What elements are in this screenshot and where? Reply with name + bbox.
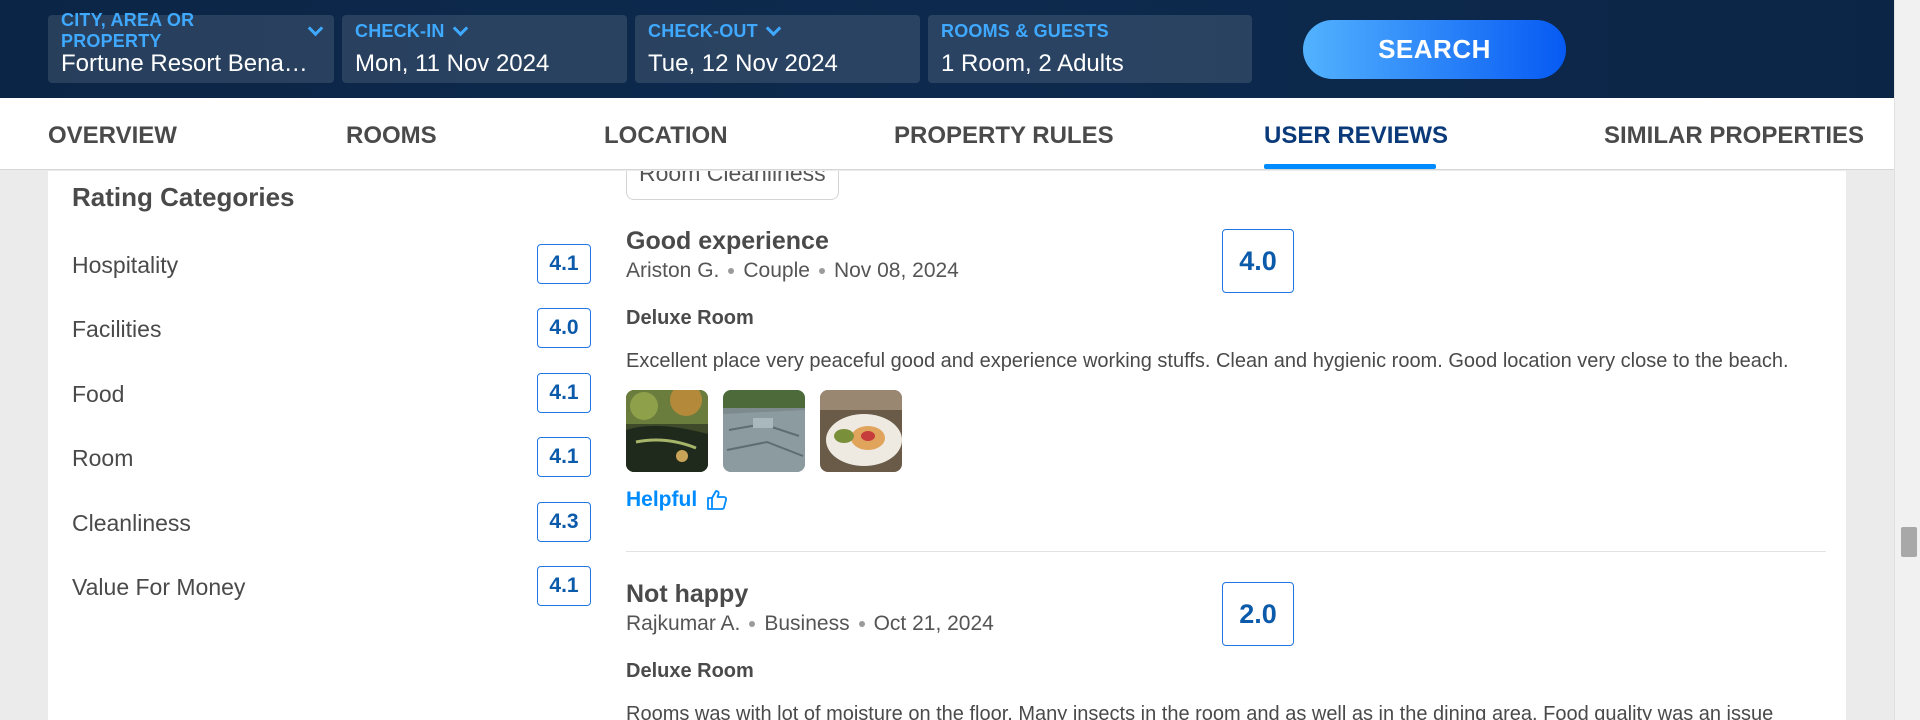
- review-room-type: Deluxe Room: [626, 660, 754, 682]
- tab-rooms[interactable]: ROOMS: [346, 122, 437, 150]
- review-text: Excellent place very peaceful good and e…: [626, 350, 1789, 372]
- helpful-label: Helpful: [626, 488, 698, 511]
- category-name: Cleanliness: [72, 510, 191, 536]
- tab-property-rules[interactable]: PROPERTY RULES: [894, 122, 1114, 150]
- review-text: Rooms was with lot of moisture on the fl…: [626, 703, 1774, 720]
- category-score: 4.1: [537, 244, 591, 284]
- active-tab-underline: [1264, 164, 1436, 169]
- city-field-label: CITY, AREA OR PROPERTY: [61, 10, 195, 51]
- city-field-value: Fortune Resort Benaulim: [61, 50, 321, 77]
- rating-category-row: Facilities 4.0: [72, 308, 592, 350]
- guests-field[interactable]: ROOMS & GUESTS 1 Room, 2 Adults: [928, 15, 1252, 83]
- rating-category-row: Hospitality 4.1: [72, 244, 592, 286]
- city-field[interactable]: CITY, AREA OR PROPERTY Fortune Resort Be…: [48, 10, 334, 83]
- review-date: Oct 21, 2024: [873, 612, 994, 635]
- review-traveller-type: Couple: [743, 259, 810, 282]
- scrollbar-thumb[interactable]: [1901, 527, 1917, 557]
- review-date: Nov 08, 2024: [833, 259, 959, 282]
- checkin-field-value: Mon, 11 Nov 2024: [355, 50, 550, 77]
- food-plate-photo[interactable]: [820, 390, 902, 472]
- category-name: Food: [72, 381, 125, 407]
- category-score: 4.3: [537, 502, 591, 542]
- reviews-section: Rating Categories Hospitality 4.1 Facili…: [48, 171, 1846, 720]
- thumbs-up-icon: [707, 490, 728, 510]
- rating-category-row: Food 4.1: [72, 373, 592, 415]
- review-score: 2.0: [1222, 582, 1294, 646]
- review-traveller-type: Business: [764, 612, 850, 635]
- review-divider: [626, 551, 1826, 552]
- helpful-button[interactable]: Helpful: [626, 488, 746, 512]
- category-score: 4.1: [537, 566, 591, 606]
- checkout-field-value: Tue, 12 Nov 2024: [648, 50, 838, 77]
- checkin-field[interactable]: CHECK-IN Mon, 11 Nov 2024: [342, 15, 627, 83]
- review-filter-chip[interactable]: Room Cleanliness: [626, 171, 839, 200]
- category-name: Value For Money: [72, 574, 246, 600]
- garden-pond-photo[interactable]: [626, 390, 708, 472]
- review-room-type: Deluxe Room: [626, 307, 754, 329]
- review-author: Rajkumar A.: [626, 612, 741, 635]
- category-name: Facilities: [72, 316, 162, 342]
- rating-category-row: Room 4.1: [72, 437, 592, 479]
- chevron-down-icon: [452, 20, 468, 36]
- review-photos: [626, 390, 1826, 472]
- review-score: 4.0: [1222, 229, 1294, 293]
- rating-category-row: Value For Money 4.1: [72, 566, 592, 608]
- search-button[interactable]: SEARCH: [1303, 20, 1566, 79]
- tab-overview[interactable]: OVERVIEW: [48, 122, 177, 150]
- chevron-down-icon: [765, 20, 782, 36]
- checkout-field-label: CHECK-OUT: [648, 20, 758, 41]
- tab-user-reviews[interactable]: USER REVIEWS: [1264, 122, 1448, 150]
- category-score: 4.1: [537, 373, 591, 413]
- separator-dot: [728, 268, 735, 274]
- separator-dot: [818, 268, 825, 274]
- page-scrollbar[interactable]: [1894, 0, 1920, 720]
- chevron-down-icon: [307, 20, 324, 36]
- rating-category-row: Cleanliness 4.3: [72, 502, 592, 544]
- checkout-field[interactable]: CHECK-OUT Tue, 12 Nov 2024: [635, 15, 920, 83]
- tab-similar-properties[interactable]: SIMILAR PROPERTIES: [1604, 122, 1864, 150]
- checkin-field-label: CHECK-IN: [355, 20, 445, 41]
- section-tabs: OVERVIEW ROOMS LOCATION PROPERTY RULES U…: [0, 98, 1894, 170]
- guests-field-label: ROOMS & GUESTS: [941, 20, 1109, 41]
- separator-dot: [749, 621, 756, 627]
- tab-location[interactable]: LOCATION: [604, 122, 728, 150]
- rating-categories-title: Rating Categories: [72, 182, 295, 212]
- category-score: 4.1: [537, 437, 591, 477]
- separator-dot: [858, 621, 865, 627]
- category-name: Room: [72, 445, 134, 471]
- review-author: Ariston G.: [626, 259, 720, 282]
- search-bar: CITY, AREA OR PROPERTY Fortune Resort Be…: [0, 0, 1920, 98]
- category-name: Hospitality: [72, 252, 179, 278]
- guests-field-value: 1 Room, 2 Adults: [941, 50, 1124, 77]
- category-score: 4.0: [537, 308, 591, 348]
- pool-deck-photo[interactable]: [723, 390, 805, 472]
